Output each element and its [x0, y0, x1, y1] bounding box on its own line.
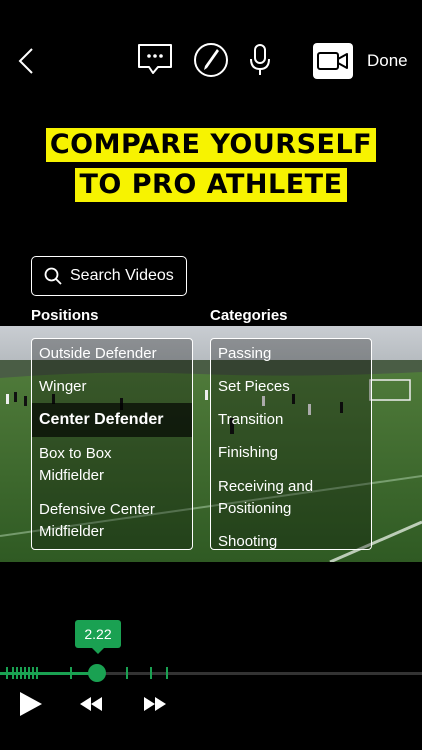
category-item-set-pieces[interactable]: Set Pieces	[218, 376, 290, 398]
clip-marker	[126, 667, 128, 679]
done-button[interactable]: Done	[367, 51, 408, 71]
scrubber-track[interactable]	[0, 672, 422, 675]
clip-marker	[166, 667, 168, 679]
playback-controls	[0, 562, 422, 750]
top-toolbar: Done	[0, 0, 422, 120]
categories-list: Passing Set Pieces Transition Finishing …	[210, 338, 372, 550]
clip-marker	[70, 667, 72, 679]
search-icon	[44, 267, 62, 285]
clip-marker	[28, 667, 30, 679]
scrubber-handle[interactable]	[88, 664, 106, 682]
headline-line-1: COMPARE YOURSELF	[45, 128, 377, 162]
category-item-finishing[interactable]: Finishing	[218, 442, 278, 464]
categories-heading: Categories	[210, 307, 288, 324]
clip-marker	[16, 667, 18, 679]
time-bubble-tail	[92, 648, 104, 654]
position-item-box-to-box-midfielder[interactable]: Box to Box Midfielder	[39, 443, 112, 487]
clip-marker	[150, 667, 152, 679]
fast-forward-icon[interactable]	[142, 690, 168, 718]
category-item-receiving-positioning[interactable]: Receiving and Positioning	[218, 476, 313, 520]
video-camera-button[interactable]	[313, 43, 353, 79]
search-videos-button[interactable]: Search Videos	[31, 256, 187, 296]
headline-line-2: TO PRO ATHLETE	[75, 168, 347, 202]
video-camera-icon	[317, 52, 348, 70]
microphone-icon[interactable]	[241, 42, 279, 78]
position-item-winger[interactable]: Winger	[39, 376, 87, 398]
play-icon[interactable]	[18, 690, 44, 718]
positions-list: Outside Defender Winger Center Defender …	[31, 338, 193, 550]
clip-marker	[12, 667, 14, 679]
time-bubble: 2.22	[75, 620, 121, 648]
clip-marker	[24, 667, 26, 679]
rewind-icon[interactable]	[78, 690, 104, 718]
search-videos-label: Search Videos	[70, 267, 174, 284]
record-done-group: Done	[313, 43, 408, 79]
category-item-transition[interactable]: Transition	[218, 409, 283, 431]
scrubber-progress	[0, 672, 97, 675]
position-item-outside-defender[interactable]: Outside Defender	[39, 343, 157, 365]
position-item-center-defender[interactable]: Center Defender	[39, 409, 163, 431]
positions-heading: Positions	[31, 307, 99, 324]
category-item-shooting[interactable]: Shooting	[218, 531, 277, 549]
clip-marker	[20, 667, 22, 679]
comment-icon[interactable]	[136, 42, 174, 78]
clip-marker	[6, 667, 8, 679]
chevron-left-icon[interactable]	[14, 44, 40, 78]
position-item-defensive-center-midfielder[interactable]: Defensive Center Midfielder	[39, 499, 155, 543]
clip-marker	[32, 667, 34, 679]
clip-marker	[36, 667, 38, 679]
pen-icon[interactable]	[192, 42, 230, 78]
category-item-passing[interactable]: Passing	[218, 343, 271, 365]
headline: COMPARE YOURSELF TO PRO ATHLETE	[0, 128, 422, 208]
